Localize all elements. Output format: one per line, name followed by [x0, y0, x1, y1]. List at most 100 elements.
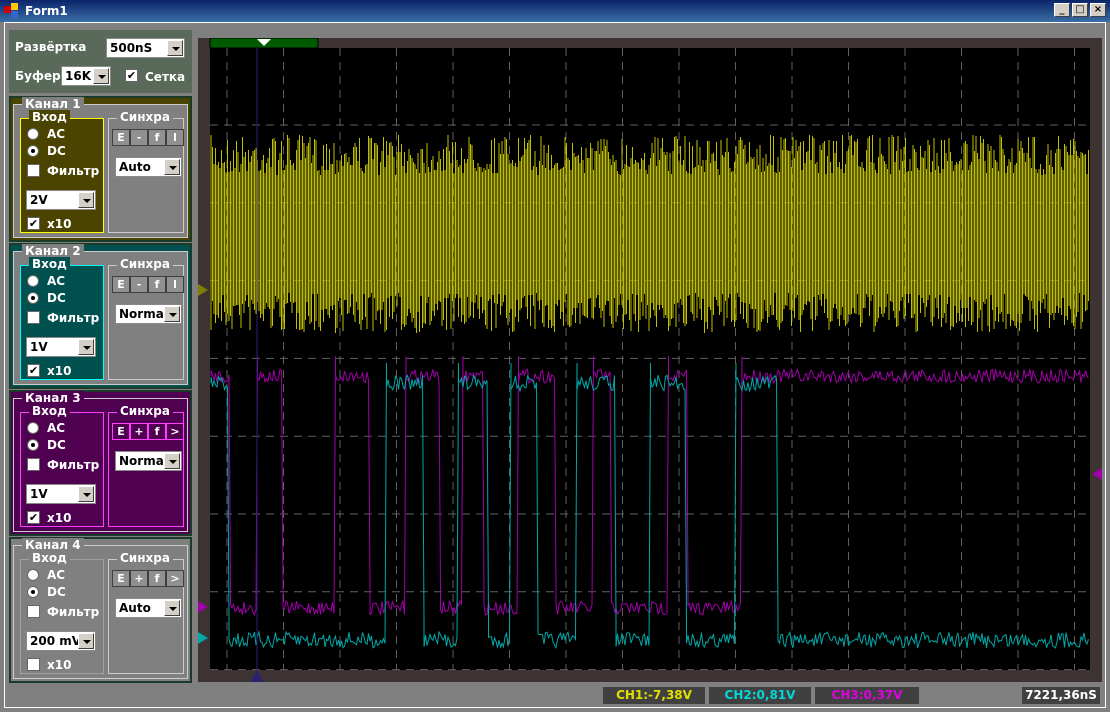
sync-button-0[interactable]: E — [112, 570, 130, 587]
sweep-value: 500nS — [110, 41, 153, 55]
sync-group: Синхра E-fl Auto — [108, 110, 184, 233]
ac-label: AC — [47, 127, 66, 141]
volts-select[interactable]: 1V — [26, 484, 96, 504]
title-bar: Form1 _ □ × — [0, 0, 1110, 22]
ch3-trigger-marker[interactable] — [1092, 468, 1102, 480]
waveform-canvas[interactable] — [198, 37, 1102, 683]
filter-checkbox[interactable] — [27, 164, 40, 177]
grid-checkbox[interactable]: ✔ — [125, 69, 138, 82]
channel-title: Канал 2 — [22, 244, 84, 258]
ch2-level-marker[interactable] — [198, 632, 208, 644]
channel-title: Канал 4 — [22, 538, 84, 552]
x10-label: x10 — [47, 217, 72, 231]
ch3-readout: CH3:0,37V — [815, 687, 919, 704]
chevron-down-icon[interactable] — [78, 486, 94, 502]
sync-mode-select[interactable]: Auto — [115, 157, 182, 177]
ac-label: AC — [47, 274, 66, 288]
settings-panel: Развёртка 500nS Буфер 16K ✔ Сетка — [9, 30, 192, 93]
minimize-button[interactable]: _ — [1054, 3, 1070, 17]
ac-radio[interactable] — [27, 275, 39, 287]
sync-group: Синхра E-fl Normal — [108, 257, 184, 380]
x10-checkbox[interactable]: ✔ — [27, 511, 40, 524]
sync-button-3[interactable]: > — [166, 570, 184, 587]
sync-button-1[interactable]: - — [130, 276, 148, 293]
channel-2-group: Канал 2 Вход AC DC Фильтр 1V ✔ x10 Синхр… — [13, 244, 188, 385]
channel-title: Канал 1 — [22, 97, 84, 111]
input-label: Вход — [29, 257, 70, 271]
volts-select[interactable]: 1V — [26, 337, 96, 357]
volts-select[interactable]: 2V — [26, 190, 96, 210]
channel-2-panel: Канал 2 Вход AC DC Фильтр 1V ✔ x10 Синхр… — [9, 243, 192, 389]
ch3-level-marker[interactable] — [198, 601, 208, 613]
dc-radio[interactable] — [27, 586, 39, 598]
chevron-down-icon[interactable] — [78, 633, 94, 649]
channel-3-group: Канал 3 Вход AC DC Фильтр 1V ✔ x10 Синхр… — [13, 391, 188, 532]
sync-mode-value: Normal — [119, 307, 168, 321]
sync-label: Синхра — [117, 551, 173, 565]
filter-label: Фильтр — [47, 458, 100, 472]
cursor-handle[interactable] — [250, 670, 264, 683]
channel-1-group: Канал 1 Вход AC DC Фильтр 2V ✔ x10 Синхр… — [13, 97, 188, 238]
sync-mode-select[interactable]: Auto — [115, 598, 182, 618]
chevron-down-icon[interactable] — [78, 339, 94, 355]
dc-radio[interactable] — [27, 145, 39, 157]
ac-radio[interactable] — [27, 128, 39, 140]
sync-mode-select[interactable]: Normal — [115, 304, 182, 324]
sync-button-1[interactable]: + — [130, 570, 148, 587]
dc-radio[interactable] — [27, 292, 39, 304]
input-group: Вход AC DC Фильтр 1V ✔ x10 — [20, 404, 104, 527]
x10-checkbox[interactable]: ✔ — [27, 364, 40, 377]
sync-button-2[interactable]: f — [148, 423, 166, 440]
chevron-down-icon[interactable] — [167, 40, 183, 56]
sync-button-1[interactable]: - — [130, 129, 148, 146]
dc-radio[interactable] — [27, 439, 39, 451]
plot-area — [210, 48, 1090, 670]
filter-checkbox[interactable] — [27, 605, 40, 618]
sync-group: Синхра E + f > Normal — [108, 404, 184, 527]
input-label: Вход — [29, 110, 70, 124]
oscilloscope-display[interactable] — [198, 37, 1102, 683]
chevron-down-icon[interactable] — [164, 600, 180, 616]
sync-button-2[interactable]: f — [148, 129, 166, 146]
input-group: Вход AC DC Фильтр 2V ✔ x10 — [20, 110, 104, 233]
x10-label: x10 — [47, 364, 72, 378]
sync-button-0[interactable]: E — [112, 129, 130, 146]
chevron-down-icon[interactable] — [164, 159, 180, 175]
sync-button-3[interactable]: l — [166, 276, 184, 293]
x10-checkbox[interactable] — [27, 658, 40, 671]
sync-button-3[interactable]: > — [166, 423, 184, 440]
sync-button-1[interactable]: + — [130, 423, 148, 440]
sync-button-0[interactable]: E — [112, 423, 130, 440]
ch1-level-marker[interactable] — [198, 284, 208, 296]
dc-label: DC — [47, 438, 66, 452]
filter-label: Фильтр — [47, 164, 100, 178]
filter-checkbox[interactable] — [27, 458, 40, 471]
sync-button-2[interactable]: f — [148, 276, 166, 293]
chevron-down-icon[interactable] — [164, 453, 180, 469]
ch2-readout: CH2:0,81V — [709, 687, 811, 704]
sync-button-3[interactable]: l — [166, 129, 184, 146]
ac-radio[interactable] — [27, 422, 39, 434]
buffer-value: 16K — [65, 69, 91, 83]
maximize-button[interactable]: □ — [1072, 3, 1088, 17]
volts-select[interactable]: 200 mV — [26, 631, 96, 651]
filter-checkbox[interactable] — [27, 311, 40, 324]
volts-value: 1V — [30, 487, 48, 501]
sweep-select[interactable]: 500nS — [106, 38, 185, 58]
chevron-down-icon[interactable] — [164, 306, 180, 322]
ac-radio[interactable] — [27, 569, 39, 581]
chevron-down-icon[interactable] — [93, 68, 109, 84]
sync-button-0[interactable]: E — [112, 276, 130, 293]
channel-title: Канал 3 — [22, 391, 84, 405]
chevron-down-icon[interactable] — [78, 192, 94, 208]
buffer-select[interactable]: 16K — [61, 66, 111, 86]
sync-label: Синхра — [117, 257, 173, 271]
close-button[interactable]: × — [1090, 3, 1106, 17]
x10-label: x10 — [47, 658, 72, 672]
sync-button-2[interactable]: f — [148, 570, 166, 587]
sync-mode-value: Auto — [119, 601, 151, 615]
x10-checkbox[interactable]: ✔ — [27, 217, 40, 230]
sync-mode-select[interactable]: Normal — [115, 451, 182, 471]
sync-group: Синхра E + f > Auto — [108, 551, 184, 674]
sync-label: Синхра — [117, 404, 173, 418]
